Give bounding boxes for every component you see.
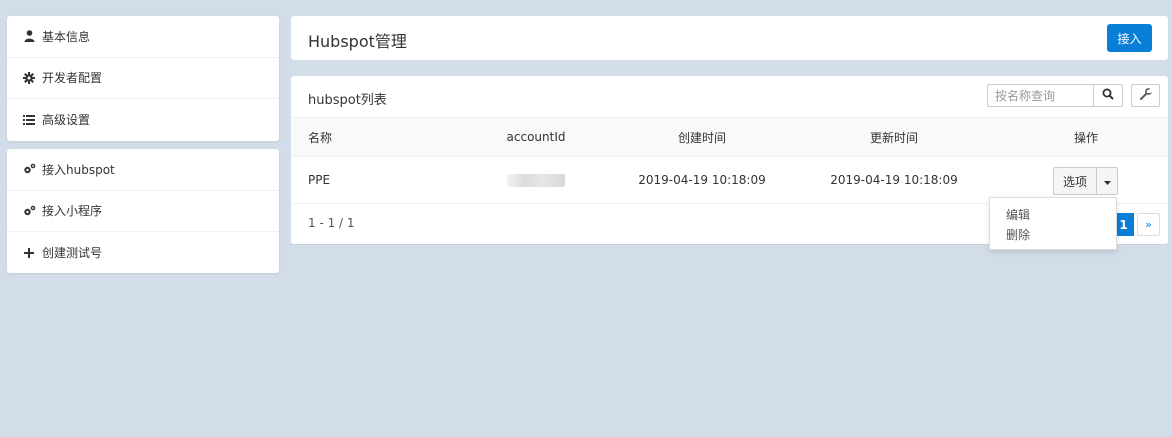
sidebar-item-label: 接入hubspot	[42, 162, 115, 177]
sidebar-group-settings: 基本信息 开发者配置 高级设置	[7, 16, 279, 141]
options-button[interactable]: 选项	[1053, 167, 1097, 195]
search-button[interactable]	[1093, 84, 1123, 107]
caret-down-icon	[1103, 174, 1111, 188]
sidebar-item-label: 高级设置	[42, 113, 91, 128]
options-dropdown-menu: 编辑 删除	[989, 197, 1117, 250]
row-options-group: 选项	[1053, 167, 1118, 195]
sidebar-item-connect-miniprogram[interactable]: 接入小程序	[7, 191, 279, 232]
sidebar-item-developer-config[interactable]: 开发者配置	[7, 58, 279, 99]
gears-icon	[22, 162, 36, 176]
redacted-account-id	[507, 173, 565, 187]
column-header-updated: 更新时间	[869, 130, 918, 145]
page-next-button[interactable]: »	[1137, 213, 1160, 236]
sidebar-item-label: 开发者配置	[42, 71, 103, 86]
menu-item-edit[interactable]: 编辑	[990, 204, 1116, 224]
sidebar-item-label: 接入小程序	[42, 204, 103, 219]
list-icon	[22, 113, 36, 127]
column-header-account-id: accountId	[506, 130, 566, 144]
connect-button[interactable]: 接入	[1107, 24, 1152, 52]
user-icon	[22, 29, 36, 43]
sidebar-item-connect-hubspot[interactable]: 接入hubspot	[7, 149, 279, 191]
cell-account-id	[481, 157, 591, 203]
options-dropdown-toggle[interactable]	[1097, 167, 1118, 195]
plus-icon	[22, 246, 36, 260]
list-title: hubspot列表	[308, 93, 387, 108]
sidebar-group-actions: 接入hubspot 接入小程序 创建测试号	[7, 149, 279, 273]
tools-button[interactable]	[1131, 84, 1160, 107]
cell-created: 2019-04-19 10:18:09	[638, 173, 766, 187]
cell-updated: 2019-04-19 10:18:09	[830, 173, 958, 187]
wrench-icon	[1139, 88, 1153, 103]
record-count: 1 - 1 / 1	[308, 216, 355, 230]
search-icon	[1102, 88, 1114, 103]
sidebar-item-basic-info[interactable]: 基本信息	[7, 16, 279, 58]
search-input[interactable]	[987, 84, 1094, 107]
gear-icon	[22, 71, 36, 85]
hubspot-table: 名称 accountId 创建时间 更新时间 操作 PPE 2019-04-19…	[291, 117, 1168, 204]
column-header-created: 创建时间	[677, 130, 726, 145]
gears-icon	[22, 204, 36, 218]
column-header-actions: 操作	[1073, 130, 1098, 145]
menu-item-delete[interactable]: 删除	[990, 224, 1116, 244]
sidebar-item-advanced-settings[interactable]: 高级设置	[7, 99, 279, 141]
sidebar-item-label: 基本信息	[42, 29, 91, 44]
cell-name: PPE	[308, 173, 331, 187]
table-header: 名称 accountId 创建时间 更新时间 操作	[291, 117, 1168, 157]
page-header: Hubspot管理 接入	[291, 16, 1168, 60]
column-header-name: 名称	[308, 130, 333, 145]
page-title: Hubspot管理	[308, 32, 407, 51]
sidebar-item-create-test-account[interactable]: 创建测试号	[7, 232, 279, 274]
sidebar-item-label: 创建测试号	[42, 246, 103, 261]
